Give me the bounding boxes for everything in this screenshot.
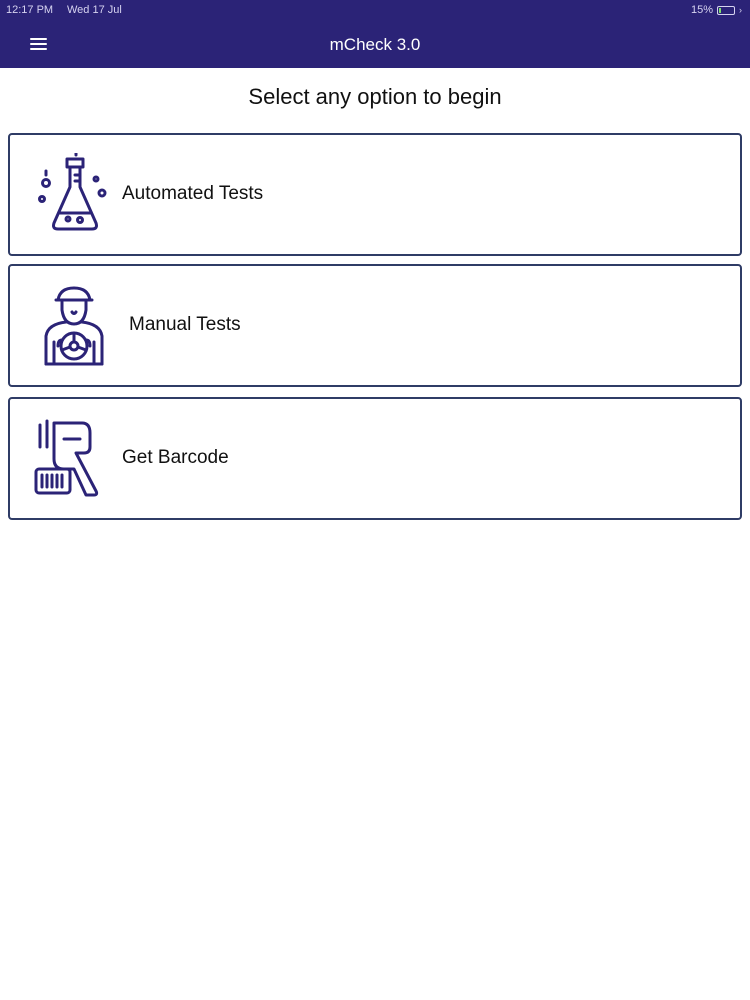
option-label: Manual Tests	[129, 314, 241, 335]
manual-tests-button[interactable]: Manual Tests	[8, 264, 742, 387]
battery-percent: 15%	[690, 4, 713, 16]
get-barcode-button[interactable]: Get Barcode	[8, 397, 742, 520]
battery-level-fill	[719, 7, 721, 13]
automated-tests-button[interactable]: Automated Tests	[8, 133, 742, 256]
status-date: Wed 17 Jul	[67, 4, 122, 16]
app-header: 12:17 PM Wed 17 Jul 15% › mCheck 3.0	[0, 0, 750, 68]
page-prompt: Select any option to begin	[248, 84, 502, 109]
app-title: mCheck 3.0	[329, 35, 421, 54]
flask-icon	[38, 153, 107, 231]
option-label: Automated Tests	[122, 183, 264, 204]
charging-icon: ›	[739, 5, 742, 15]
battery-icon	[717, 5, 735, 15]
option-label: Get Barcode	[122, 447, 229, 468]
status-bar: 12:17 PM Wed 17 Jul 15% ›	[0, 0, 750, 20]
status-time: 12:17 PM	[6, 4, 54, 16]
barcode-scanner-icon	[34, 419, 99, 497]
technician-icon	[44, 286, 104, 366]
status-indicators: 15% ›	[691, 4, 742, 16]
